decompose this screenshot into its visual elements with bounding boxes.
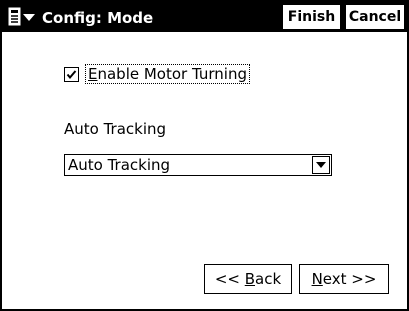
back-text: ack: [255, 270, 282, 288]
next-mnemonic: N: [311, 270, 323, 288]
auto-tracking-label: Auto Tracking: [64, 120, 167, 138]
next-text: ext >>: [322, 270, 377, 288]
enable-motor-turning-row[interactable]: Enable Motor Turning: [64, 64, 250, 84]
window-title: Config: Mode: [42, 9, 154, 27]
enable-motor-turning-label[interactable]: Enable Motor Turning: [85, 64, 250, 84]
next-button[interactable]: Next >>: [299, 264, 389, 294]
checkmark-icon: [66, 69, 77, 79]
cancel-button[interactable]: Cancel: [345, 4, 405, 30]
chevron-down-icon[interactable]: [312, 156, 330, 174]
start-menu-icon[interactable]: [6, 4, 38, 30]
label-text: nable Motor Turning: [97, 65, 247, 83]
auto-tracking-dropdown[interactable]: Auto Tracking: [64, 154, 332, 176]
back-button[interactable]: << Back: [204, 264, 292, 294]
config-mode-window: Config: Mode Finish Cancel Enable Motor …: [0, 0, 409, 311]
enable-motor-turning-checkbox[interactable]: [64, 66, 79, 82]
back-prefix: <<: [214, 270, 245, 288]
finish-button[interactable]: Finish: [282, 4, 341, 30]
title-bar: Config: Mode Finish Cancel: [2, 2, 407, 32]
back-mnemonic: B: [244, 270, 256, 288]
dropdown-selected-value: Auto Tracking: [68, 156, 171, 174]
